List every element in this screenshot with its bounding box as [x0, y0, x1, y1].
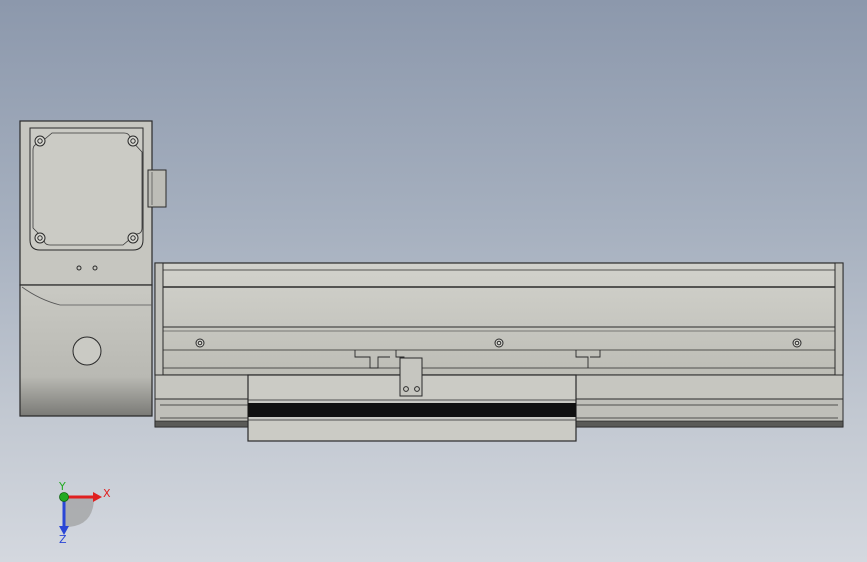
bolt-hole-icon: [34, 232, 46, 244]
screw-icon: [494, 338, 504, 348]
motor-assembly[interactable]: [19, 120, 167, 417]
cad-viewport[interactable]: X Y Z: [0, 0, 867, 562]
rail-end-cap-left: [154, 262, 164, 376]
y-axis-icon: [59, 492, 69, 502]
motor-flange: [29, 127, 144, 251]
bolt-hole-icon: [34, 135, 46, 147]
screw-icon: [195, 338, 205, 348]
bolt-hole-icon: [127, 135, 139, 147]
model-view[interactable]: X Y Z: [0, 0, 867, 562]
pulley-cover-icon: [72, 336, 102, 366]
triad-shadow-icon: [65, 497, 94, 527]
rail-extrusion: [154, 262, 844, 376]
z-axis-label: Z: [59, 533, 67, 546]
screw-icon: [792, 338, 802, 348]
belt-icon: [248, 403, 576, 417]
motor-connector: [147, 169, 167, 208]
axis-triad: X Y Z: [58, 480, 111, 546]
y-axis-label: Y: [58, 480, 66, 493]
rail-end-cap-right: [834, 262, 844, 376]
bolt-hole-icon: [127, 232, 139, 244]
x-axis-label: X: [103, 487, 111, 500]
